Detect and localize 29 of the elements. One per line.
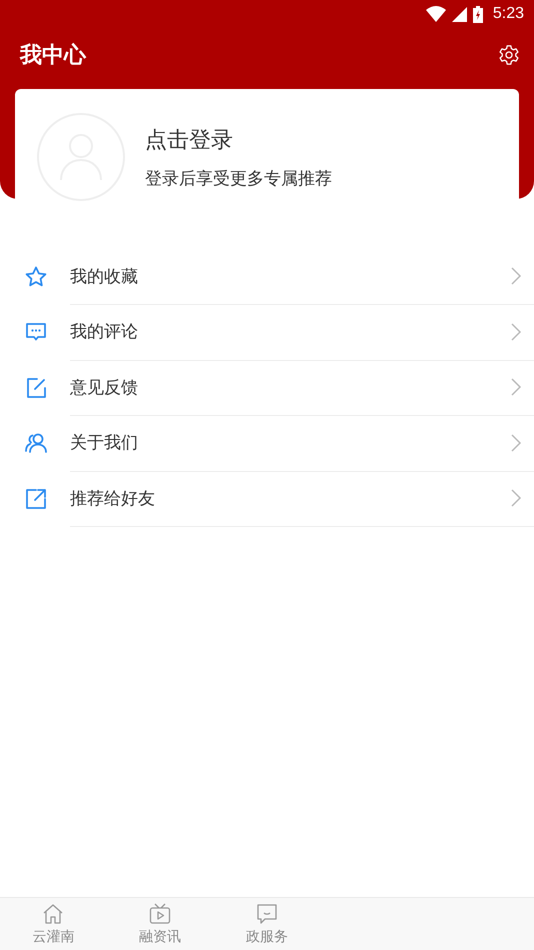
- login-subtitle: 登录后享受更多专属推荐: [145, 168, 332, 190]
- menu-item[interactable]: 我的收藏: [0, 249, 534, 304]
- chevron-icon: [510, 488, 522, 508]
- star-icon: [24, 264, 48, 289]
- menu-item[interactable]: 推荐给好友: [0, 471, 534, 526]
- signal-icon: [452, 6, 467, 22]
- people-icon: [24, 431, 48, 456]
- wifi-icon: [426, 6, 446, 22]
- menu-label: 我的评论: [70, 321, 138, 344]
- menu-label: 意见反馈: [70, 376, 138, 399]
- page-title: 我中心: [20, 42, 86, 70]
- share-icon: [24, 486, 48, 511]
- menu-item[interactable]: 意见反馈: [0, 360, 534, 416]
- chevron-icon: [510, 377, 522, 398]
- edit-icon: [24, 376, 48, 400]
- menu-item[interactable]: 关于我们: [0, 416, 534, 471]
- status-time: 5:23: [492, 5, 524, 23]
- menu-label: 推荐给好友: [70, 488, 155, 510]
- chat-icon: [254, 902, 279, 926]
- tv-icon: [148, 902, 172, 926]
- chevron-icon: [510, 322, 522, 342]
- chevron-icon: [510, 432, 522, 453]
- settings-icon[interactable]: [498, 44, 520, 66]
- menu-label: 关于我们: [70, 432, 138, 454]
- login-title[interactable]: 点击登录: [145, 124, 332, 154]
- menu-item[interactable]: 我的评论: [0, 304, 534, 360]
- menu-label: 我的收藏: [70, 266, 138, 288]
- battery-icon: [472, 6, 483, 22]
- chevron-icon: [510, 266, 522, 286]
